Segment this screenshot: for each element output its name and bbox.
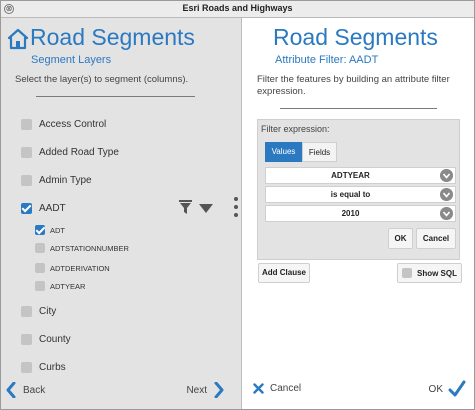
sublayer-checkbox-checked[interactable] [35,225,45,235]
left-nav-bar: Back Next [1,375,242,409]
sublayer-label: ADTYEAR [50,281,86,291]
sublayer-checkbox[interactable] [35,243,45,253]
sublayer-label: ADT [50,225,65,235]
attribute-filter-panel: Road Segments Attribute Filter: AADT Fil… [243,18,474,409]
sublayer-label: ADTSTATIONNUMBER [50,243,129,253]
right-nav-bar: Cancel OK [243,375,474,409]
chevron-down-icon[interactable] [440,188,453,201]
layer-label: Added Road Type [39,146,119,158]
layer-checkbox[interactable] [21,333,32,345]
filter-expression-box: Filter expression: Values Fields ADTYEAR… [257,119,460,260]
sublayer-item-adtderivation[interactable]: ADTDERIVATION [35,260,110,276]
title-bar: ⊗ Esri Roads and Highways [1,1,474,18]
cancel-button[interactable]: Cancel [253,383,301,394]
layer-checkbox[interactable] [21,118,32,130]
show-sql-label: Show SQL [417,268,457,278]
tab-fields[interactable]: Fields [302,142,337,162]
layer-label: Access Control [39,118,107,130]
show-sql-checkbox[interactable] [402,268,412,278]
sublayer-label: ADTDERIVATION [50,263,110,273]
tab-values[interactable]: Values [265,142,302,162]
sublayer-item-adt[interactable]: ADT [35,222,65,238]
layer-item-aadt[interactable]: AADT [21,198,66,218]
app-window: ⊗ Esri Roads and Highways Road Segments … [0,0,475,410]
field-select[interactable]: ADTYEAR [265,167,456,184]
layer-checkbox[interactable] [21,361,32,373]
layer-item-curbs[interactable]: Curbs [21,357,66,377]
layer-item-admin-type[interactable]: Admin Type [21,170,92,190]
layer-item-added-road-type[interactable]: Added Road Type [21,142,119,162]
home-icon[interactable] [7,28,29,50]
layer-item-city[interactable]: City [21,301,56,321]
layer-label: County [39,333,71,345]
window-title: Esri Roads and Highways [182,3,293,13]
layer-label: Curbs [39,361,66,373]
left-panel-subtitle: Segment Layers [31,54,112,66]
chevron-left-icon [6,382,16,398]
next-button[interactable]: Next [186,382,224,398]
sublayer-checkbox[interactable] [35,281,45,291]
layer-checkbox[interactable] [21,305,32,317]
operator-select[interactable]: is equal to [265,186,456,203]
back-label: Back [23,384,46,396]
layer-item-access-control[interactable]: Access Control [21,114,106,134]
cancel-label: Cancel [270,383,302,394]
chevron-down-icon[interactable] [440,207,453,220]
divider [36,96,195,97]
sublayer-item-adtstationnumber[interactable]: ADTSTATIONNUMBER [35,240,129,256]
filter-icon[interactable] [179,200,192,214]
value-select[interactable]: 2010 [265,205,456,222]
left-panel-title: Road Segments [30,24,195,50]
filter-expression-label: Filter expression: [261,124,330,134]
operator-select-value: is equal to [330,190,371,199]
checkmark-icon [448,380,466,397]
segment-instruction: Select the layer(s) to segment (columns)… [15,74,189,85]
layer-checkbox[interactable] [21,174,32,186]
layer-label: Admin Type [39,174,92,186]
right-panel-subtitle: Attribute Filter: AADT [275,54,379,66]
ok-label: OK [428,383,443,395]
chevron-right-icon [214,382,224,398]
next-label: Next [186,384,207,396]
ok-button[interactable]: OK [429,380,466,398]
layer-checkbox-checked[interactable] [21,202,32,214]
filter-description: Filter the features by building an attri… [257,74,450,97]
sublayer-checkbox[interactable] [35,263,45,273]
more-vertical-icon[interactable] [233,196,239,218]
show-sql-toggle[interactable]: Show SQL [397,263,462,283]
close-icon [253,383,264,394]
chevron-down-icon[interactable] [199,204,213,213]
divider [280,108,437,109]
layer-label: AADT [39,202,66,214]
layer-item-county[interactable]: County [21,329,71,349]
layer-checkbox[interactable] [21,146,32,158]
segment-layers-panel: Road Segments Segment Layers Select the … [1,18,242,409]
add-clause-button[interactable]: Add Clause [258,263,310,283]
chevron-down-icon[interactable] [440,169,453,182]
right-panel-title: Road Segments [273,24,438,50]
back-button[interactable]: Back [6,382,45,398]
field-select-value: ADTYEAR [331,171,370,180]
expression-cancel-button[interactable]: Cancel [416,228,456,249]
layer-label: City [39,305,57,317]
sublayer-item-adtyear[interactable]: ADTYEAR [35,278,85,294]
value-select-value: 2010 [341,209,360,218]
expression-ok-button[interactable]: OK [388,228,413,249]
